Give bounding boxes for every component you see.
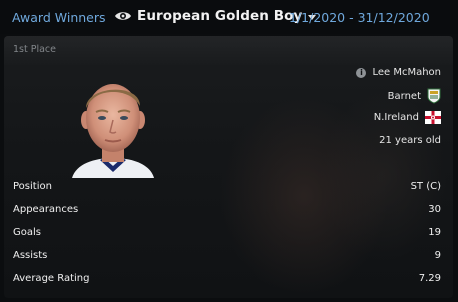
club-name[interactable]: Barnet bbox=[388, 91, 421, 102]
stat-label: Goals bbox=[13, 227, 41, 238]
date-range-link[interactable]: 1/1/2020 - 31/12/2020 bbox=[289, 10, 430, 25]
northern-ireland-flag-icon[interactable] bbox=[425, 111, 441, 124]
barnet-crest-icon[interactable] bbox=[427, 88, 441, 104]
eye-icon[interactable] bbox=[114, 9, 132, 23]
player-club-row: Barnet bbox=[388, 88, 441, 104]
stat-row-assists: Assists 9 bbox=[4, 245, 453, 268]
stat-label: Position bbox=[13, 181, 52, 192]
award-name: European Golden Boy bbox=[137, 8, 303, 24]
player-face-image[interactable] bbox=[64, 74, 162, 178]
player-name-row: i Lee McMahon bbox=[356, 67, 441, 78]
stat-row-average-rating: Average Rating 7.29 bbox=[4, 268, 453, 291]
stat-label: Assists bbox=[13, 250, 48, 261]
header-bar: Award Winners European Golden Boy 1/1/20… bbox=[0, 0, 458, 34]
player-nation-row: N.Ireland bbox=[374, 111, 441, 124]
stats-table: Position ST (C) Appearances 30 Goals 19 … bbox=[4, 176, 453, 291]
stat-label: Average Rating bbox=[13, 273, 90, 284]
stat-value: 9 bbox=[434, 250, 441, 261]
breadcrumb-award-winners[interactable]: Award Winners bbox=[12, 10, 106, 25]
stat-value: ST (C) bbox=[410, 181, 441, 192]
stat-label: Appearances bbox=[13, 204, 79, 215]
stat-value: 30 bbox=[428, 204, 441, 215]
stat-row-position: Position ST (C) bbox=[4, 176, 453, 199]
stat-value: 19 bbox=[428, 227, 441, 238]
player-age-row: 21 years old bbox=[379, 135, 441, 146]
nation-name[interactable]: N.Ireland bbox=[374, 112, 419, 123]
stat-row-appearances: Appearances 30 bbox=[4, 199, 453, 222]
player-name[interactable]: Lee McMahon bbox=[372, 67, 441, 78]
winner-panel: 1st Place i Lee McMahon Barnet N.Ireland… bbox=[4, 36, 453, 298]
stat-row-goals: Goals 19 bbox=[4, 222, 453, 245]
info-icon[interactable]: i bbox=[356, 67, 367, 78]
stat-value: 7.29 bbox=[418, 273, 441, 284]
player-age: 21 years old bbox=[379, 135, 441, 146]
place-label: 1st Place bbox=[13, 44, 56, 55]
